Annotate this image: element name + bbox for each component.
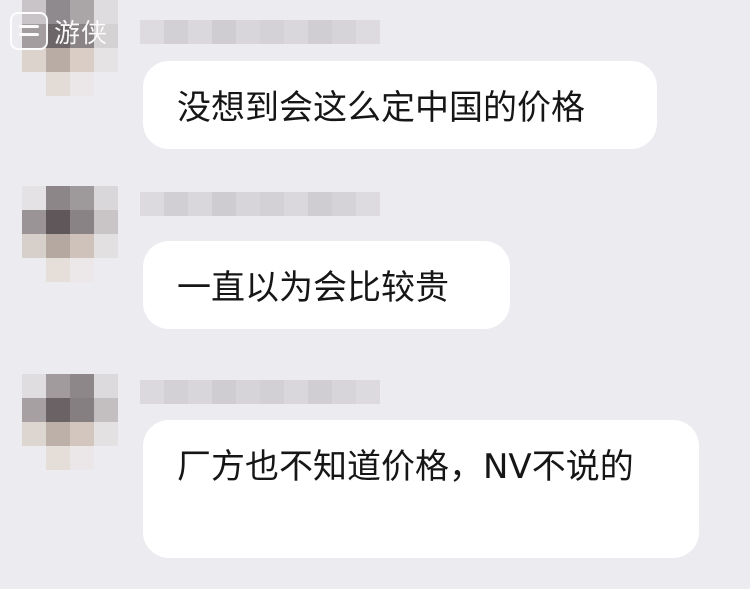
sender-name-redacted bbox=[140, 380, 380, 404]
watermark: 游侠 bbox=[10, 12, 108, 50]
avatar[interactable] bbox=[22, 186, 118, 282]
message-bubble[interactable]: 没想到会这么定中国的价格 bbox=[143, 61, 657, 149]
avatar[interactable] bbox=[22, 374, 118, 470]
watermark-text: 游侠 bbox=[54, 18, 109, 49]
message-bubble[interactable]: 厂方也不知道价格，NV不说的 bbox=[143, 420, 699, 558]
watermark-logo-icon bbox=[10, 12, 48, 50]
message-text: 一直以为会比较贵 bbox=[177, 268, 449, 308]
sender-name-redacted bbox=[140, 192, 380, 216]
message-text: 没想到会这么定中国的价格 bbox=[177, 88, 585, 128]
message-text: 厂方也不知道价格，NV不说的 bbox=[177, 447, 634, 487]
sender-name-redacted bbox=[140, 20, 380, 44]
message-bubble[interactable]: 一直以为会比较贵 bbox=[143, 241, 510, 329]
